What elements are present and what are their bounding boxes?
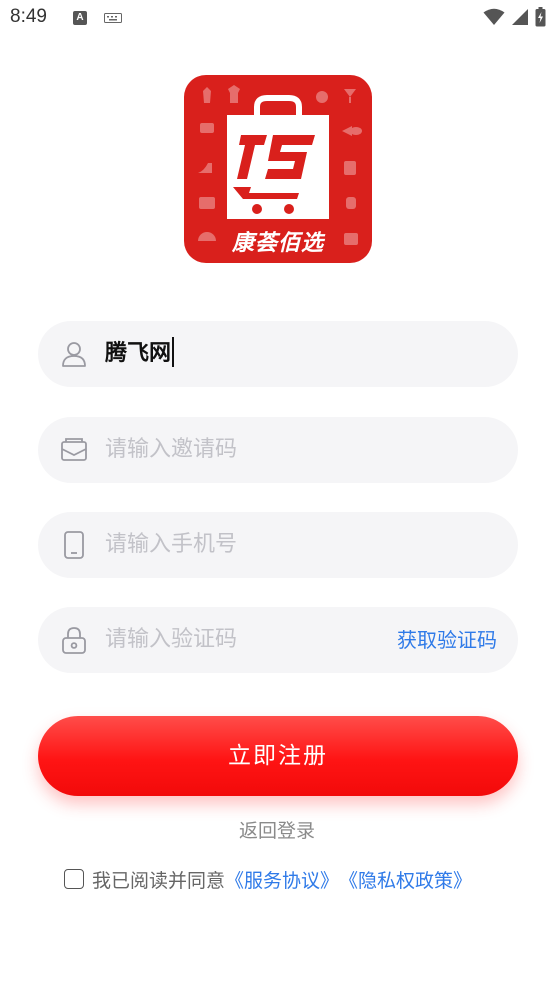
phone-input[interactable]: 请输入手机号: [105, 512, 237, 578]
service-agreement-link[interactable]: 《服务协议》: [225, 866, 339, 893]
username-field[interactable]: 腾飞网: [38, 321, 518, 387]
privacy-policy-link[interactable]: 《隐私权政策》: [339, 866, 472, 893]
agreement-checkbox[interactable]: [64, 869, 84, 889]
agreement-row: 我已阅读并同意 《服务协议》 《隐私权政策》: [64, 864, 472, 894]
shopping-bag-icon: [227, 95, 329, 219]
get-code-button[interactable]: 获取验证码: [397, 607, 497, 673]
verify-code-input[interactable]: 请输入验证码: [105, 607, 237, 673]
back-login-link[interactable]: 返回登录: [0, 816, 554, 843]
notification-a-icon: A: [73, 11, 87, 25]
invite-code-input[interactable]: 请输入邀请码: [105, 417, 237, 483]
invite-code-field[interactable]: 请输入邀请码: [38, 417, 518, 483]
phone-field[interactable]: 请输入手机号: [38, 512, 518, 578]
status-time: 8:49: [10, 6, 47, 27]
logo-brand-text: 康荟佰选: [231, 231, 324, 256]
user-icon: [62, 342, 86, 367]
status-right: [483, 7, 546, 27]
verify-code-field[interactable]: 请输入验证码 获取验证码: [38, 607, 518, 673]
status-bar: 8:49 A: [0, 0, 554, 36]
app-logo: 康荟佰选: [184, 75, 372, 263]
username-input[interactable]: 腾飞网: [105, 321, 175, 387]
keyboard-icon: [104, 13, 122, 23]
agreement-text: 我已阅读并同意: [92, 869, 226, 892]
envelope-icon: [61, 438, 87, 461]
text-cursor: [172, 337, 175, 367]
phone-icon: [64, 531, 84, 559]
signal-icon: [512, 9, 528, 25]
register-button[interactable]: 立即注册: [38, 716, 518, 796]
wifi-icon: [483, 8, 505, 25]
battery-icon: [535, 7, 546, 27]
lock-icon: [62, 627, 86, 654]
